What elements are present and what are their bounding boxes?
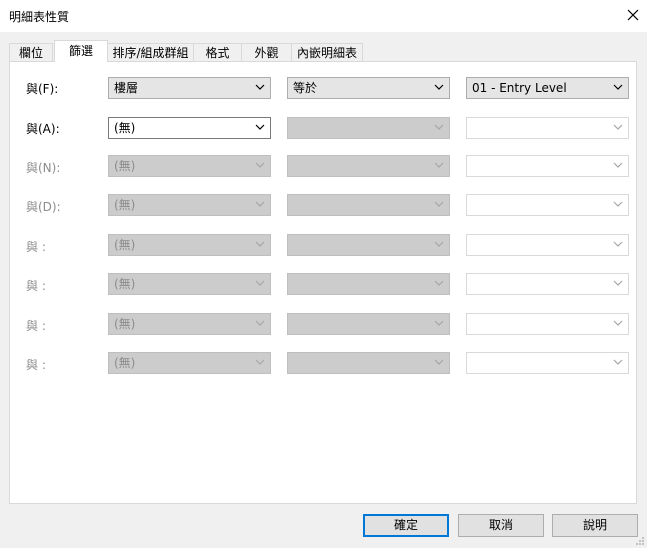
filter-label: 與 : [26, 358, 46, 372]
tab-sorting-grouping[interactable]: 排序/組成群組 [107, 43, 194, 61]
filter-field-select[interactable]: (無) [108, 313, 271, 335]
resize-grip-icon[interactable] [635, 536, 645, 546]
filter-value-select[interactable] [466, 155, 629, 177]
filter-label: 與(N): [26, 161, 61, 175]
cancel-button[interactable]: 取消 [458, 514, 544, 537]
chevron-down-icon [255, 359, 265, 365]
filter-field-value: (無) [114, 238, 136, 252]
chevron-down-icon [613, 84, 623, 90]
filter-field-value: (無) [114, 121, 136, 135]
filter-value-select[interactable] [466, 313, 629, 335]
filter-field-select[interactable]: (無) [108, 234, 271, 256]
filter-operator-select[interactable] [287, 273, 450, 295]
filter-label: 與(D): [26, 200, 61, 214]
filter-label: 與 : [26, 240, 46, 254]
filter-value-select[interactable] [466, 352, 629, 374]
tab-formatting[interactable]: 格式 [193, 43, 242, 61]
chevron-down-icon [434, 162, 444, 168]
chevron-down-icon [613, 359, 623, 365]
filter-field-value: (無) [114, 277, 136, 291]
filter-value-select[interactable]: 01 - Entry Level [466, 77, 629, 99]
chevron-down-icon [255, 201, 265, 207]
filter-field-select[interactable]: 樓層 [108, 77, 271, 99]
ok-button[interactable]: 確定 [363, 514, 449, 537]
chevron-down-icon [434, 241, 444, 247]
window-title: 明細表性質 [9, 10, 70, 24]
tab-fields[interactable]: 欄位 [9, 43, 53, 61]
filter-operator-select[interactable] [287, 117, 450, 139]
tab-filter[interactable]: 篩選 [54, 40, 108, 62]
chevron-down-icon [434, 280, 444, 286]
filter-field-value: (無) [114, 356, 136, 370]
filter-operator-select[interactable]: 等於 [287, 77, 450, 99]
close-icon [627, 9, 639, 21]
filter-label: 與 : [26, 319, 46, 333]
filter-field-select[interactable]: (無) [108, 117, 271, 139]
chevron-down-icon [434, 84, 444, 90]
help-button[interactable]: 說明 [552, 514, 638, 537]
filter-value-select[interactable] [466, 117, 629, 139]
filter-value-select[interactable] [466, 273, 629, 295]
chevron-down-icon [255, 84, 265, 90]
filter-value-select[interactable] [466, 194, 629, 216]
chevron-down-icon [434, 320, 444, 326]
chevron-down-icon [613, 280, 623, 286]
filter-value-select[interactable] [466, 234, 629, 256]
chevron-down-icon [255, 280, 265, 286]
chevron-down-icon [434, 359, 444, 365]
tab-appearance[interactable]: 外觀 [241, 43, 292, 61]
chevron-down-icon [255, 320, 265, 326]
filter-field-value: (無) [114, 198, 136, 212]
filter-operator-value: 等於 [293, 81, 318, 95]
filter-field-select[interactable]: (無) [108, 155, 271, 177]
filter-field-select[interactable]: (無) [108, 273, 271, 295]
chevron-down-icon [255, 241, 265, 247]
filter-label: 與(A): [26, 122, 60, 136]
close-button[interactable] [617, 0, 647, 31]
chevron-down-icon [613, 320, 623, 326]
filter-field-select[interactable]: (無) [108, 194, 271, 216]
tab-embedded-schedule[interactable]: 內嵌明細表 [291, 43, 363, 61]
filter-operator-select[interactable] [287, 352, 450, 374]
filter-field-value: (無) [114, 159, 136, 173]
chevron-down-icon [613, 162, 623, 168]
filter-label: 與 : [26, 279, 46, 293]
chevron-down-icon [613, 241, 623, 247]
chevron-down-icon [613, 124, 623, 130]
filter-operator-select[interactable] [287, 155, 450, 177]
chevron-down-icon [434, 124, 444, 130]
chevron-down-icon [613, 201, 623, 207]
filter-value-text: 01 - Entry Level [472, 81, 567, 95]
filter-operator-select[interactable] [287, 234, 450, 256]
filter-field-select[interactable]: (無) [108, 352, 271, 374]
filter-field-value: 樓層 [114, 81, 139, 95]
title-bar: 明細表性質 [0, 0, 647, 32]
chevron-down-icon [434, 201, 444, 207]
filter-field-value: (無) [114, 317, 136, 331]
filter-label: 與(F): [26, 82, 59, 96]
chevron-down-icon [255, 162, 265, 168]
filter-operator-select[interactable] [287, 313, 450, 335]
chevron-down-icon [255, 124, 265, 130]
filter-operator-select[interactable] [287, 194, 450, 216]
